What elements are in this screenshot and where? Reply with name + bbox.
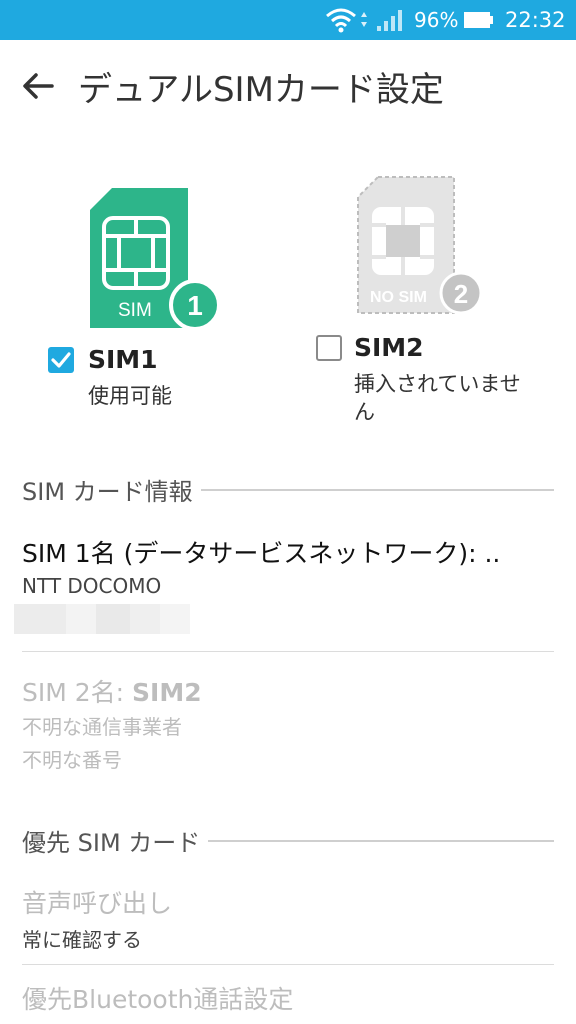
sim2-status: 挿入されていませ ん	[354, 370, 521, 426]
sim2-info-title-prefix: SIM 2名:	[22, 678, 133, 707]
signal-icon	[377, 10, 402, 31]
sim1-badge-number: 1	[187, 290, 203, 321]
sim2-name: SIM2	[354, 333, 424, 362]
check-icon	[51, 352, 71, 368]
battery-icon	[464, 12, 493, 28]
sim2-carrier: 不明な通信事業者	[22, 715, 182, 739]
sim1-status: 使用可能	[88, 384, 172, 408]
sim2-info-title: SIM 2名: SIM2	[22, 673, 202, 709]
section-label: SIM カード情報	[22, 478, 201, 506]
sim1-card-label: SIM	[118, 300, 152, 321]
sim2-number: 不明な番号	[22, 748, 122, 772]
sim1-card-icon[interactable]: SIM 1	[90, 188, 220, 333]
sim2-checkbox[interactable]	[316, 335, 342, 361]
sim1-carrier: NTT DOCOMO	[22, 574, 162, 598]
section-preferred-sim: 優先 SIM カード	[22, 823, 554, 857]
sim1-info-title: SIM 1名 (データサービスネットワーク): ..	[22, 539, 501, 568]
section-sim-card-info: SIM カード情報	[22, 472, 554, 506]
clock: 22:32	[505, 8, 566, 32]
divider	[22, 651, 554, 652]
back-arrow-icon[interactable]	[18, 66, 58, 106]
sim2-card-label: NO SIM	[370, 289, 427, 306]
sim2-info-title-name: SIM2	[132, 678, 202, 707]
sim2-status-line1: 挿入されていませ	[354, 372, 521, 396]
battery-percentage: 96%	[414, 8, 459, 32]
masked-phone-number	[14, 604, 190, 634]
sim1-name: SIM1	[88, 345, 158, 374]
page-title: デュアルSIMカード設定	[78, 70, 444, 110]
voice-call-title: 音声呼び出し	[22, 889, 173, 918]
sim2-badge-number: 2	[454, 279, 468, 309]
voice-call-value: 常に確認する	[22, 928, 142, 952]
sim1-checkbox[interactable]	[48, 347, 74, 373]
sim2-card-icon: NO SIM 2	[357, 176, 483, 315]
sim2-status-line2: ん	[354, 400, 375, 424]
wifi-icon	[326, 8, 367, 33]
divider	[22, 964, 554, 965]
section-label: 優先 SIM カード	[22, 829, 209, 857]
app-bar: デュアルSIMカード設定	[0, 40, 576, 132]
status-bar: 96% 22:32	[0, 0, 576, 40]
bluetooth-call-title: 優先Bluetooth通話設定	[22, 985, 294, 1014]
